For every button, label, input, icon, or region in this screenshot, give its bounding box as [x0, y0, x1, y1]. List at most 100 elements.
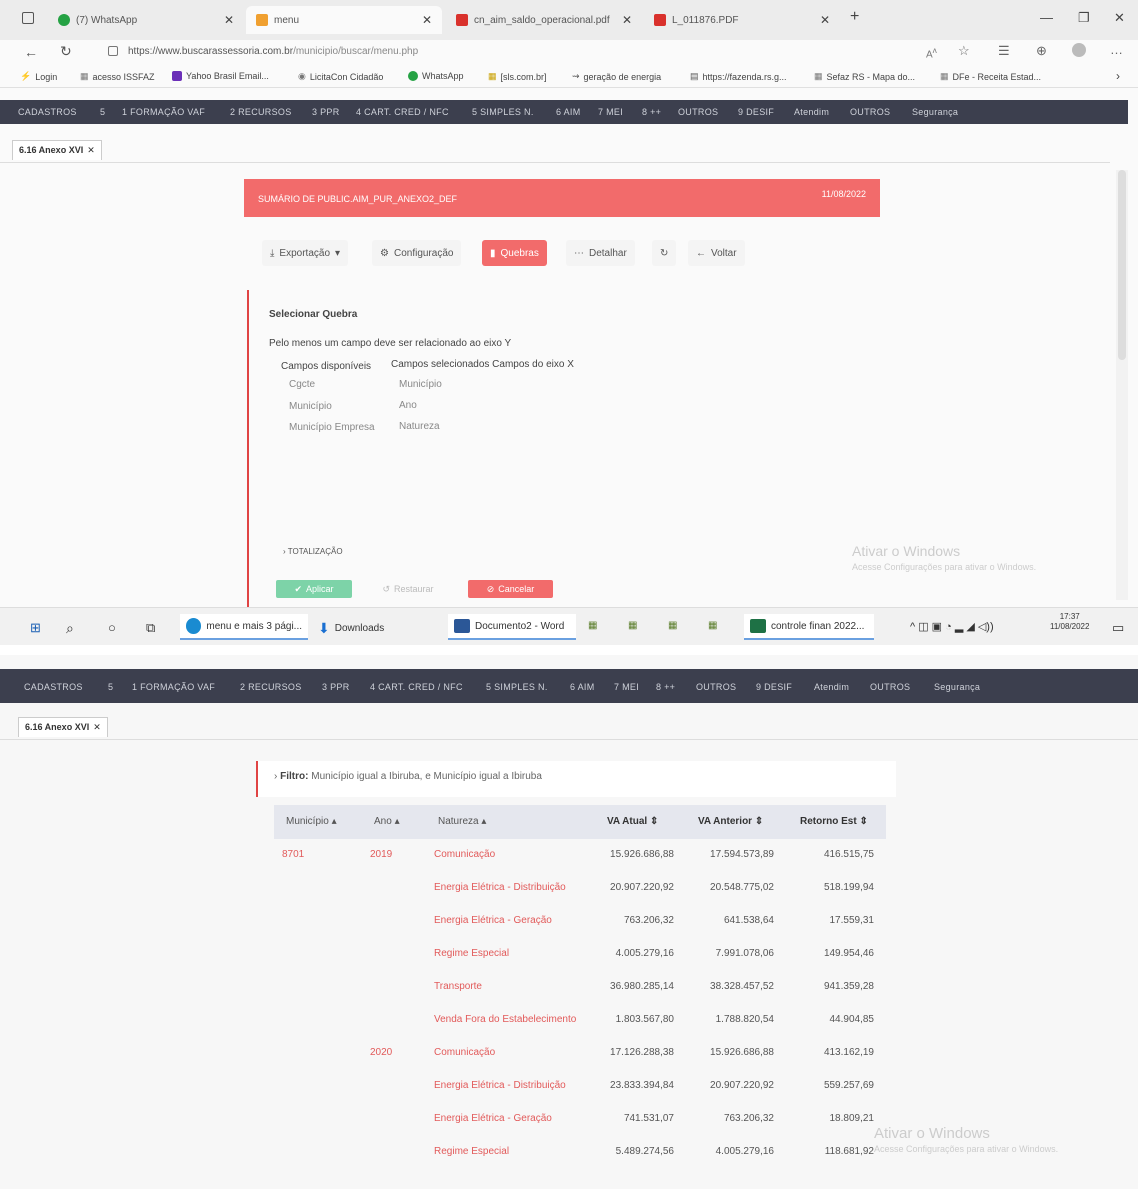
back-icon[interactable]: ←	[24, 44, 38, 60]
nav-item[interactable]: 2 RECURSOS	[230, 107, 292, 117]
close-icon[interactable]: ✕	[87, 145, 95, 155]
column-header[interactable]: Ano ▴	[374, 816, 400, 827]
nav-item[interactable]: 4 CART. CRED / NFC	[370, 682, 463, 692]
selected-field[interactable]: Ano	[399, 400, 417, 411]
column-header[interactable]: Retorno Est ⇕	[800, 816, 868, 827]
collections-icon[interactable]: ⊕	[1036, 43, 1047, 59]
totalization-toggle[interactable]: › TOTALIZAÇÃO	[283, 547, 343, 556]
browser-tab[interactable]: (7) WhatsApp ✕	[48, 6, 244, 34]
bookmark-item[interactable]: ⇝ geração de energia	[572, 71, 661, 82]
available-field[interactable]: Município	[289, 401, 332, 412]
table-row[interactable]: Regime Especial 5.489.274,56 4.005.279,16 1…	[274, 1136, 886, 1169]
close-icon[interactable]: ✕	[422, 13, 432, 27]
cell-municipio[interactable]: 8701	[282, 849, 342, 860]
bookmark-item[interactable]: ▤ https://fazenda.rs.g...	[690, 71, 787, 82]
close-icon[interactable]: ✕	[224, 13, 234, 27]
nav-item[interactable]: 7 MEI	[614, 682, 639, 692]
table-row[interactable]: Energia Elétrica - Geração 741.531,07 763.…	[274, 1103, 886, 1136]
nav-item[interactable]: 3 PPR	[312, 107, 340, 117]
table-row[interactable]: Regime Especial 4.005.279,16 7.991.078,06 1…	[274, 938, 886, 971]
column-header[interactable]: Município ▴	[286, 816, 337, 827]
export-button[interactable]: ⤓ Exportação ▾	[262, 240, 349, 266]
available-field[interactable]: Cgcte	[289, 379, 315, 390]
clock[interactable]: 17:37 11/08/2022	[1050, 612, 1089, 631]
bookmark-item[interactable]: ▦ DFe - Receita Estad...	[940, 71, 1041, 82]
nav-item[interactable]: 1 FORMAÇÃO VAF	[122, 107, 205, 117]
nav-item[interactable]: CADASTROS	[18, 107, 77, 117]
nav-item[interactable]: 3 PPR	[322, 682, 350, 692]
nav-item[interactable]: OUTROS	[696, 682, 736, 692]
taskbar-downloads[interactable]: ⬇ Downloads	[318, 620, 384, 637]
taskbar-excel[interactable]: controle finan 2022...	[744, 614, 874, 640]
chevron-right-icon[interactable]: ›	[1116, 69, 1120, 83]
selected-field[interactable]: Natureza	[399, 421, 440, 432]
column-header[interactable]: VA Anterior ⇕	[698, 816, 763, 827]
favorites-icon[interactable]: ☰	[998, 43, 1010, 59]
nav-item[interactable]: 5 SIMPLES N.	[472, 107, 534, 117]
app-icon[interactable]: ▦	[588, 620, 597, 631]
nav-item[interactable]: 1 FORMAÇÃO VAF	[132, 682, 215, 692]
close-icon[interactable]: ✕	[820, 13, 830, 27]
apply-button[interactable]: ✔ Aplicar	[276, 580, 352, 598]
page-info-icon[interactable]	[108, 46, 118, 56]
restore-icon[interactable]: ❐	[1078, 10, 1090, 26]
bookmark-item[interactable]: ▦ acesso ISSFAZ	[80, 71, 155, 82]
taskbar-word[interactable]: Documento2 - Word	[448, 614, 576, 640]
nav-item[interactable]: 5	[108, 682, 113, 692]
close-icon[interactable]: ✕	[622, 13, 632, 27]
nav-item[interactable]: 7 MEI	[598, 107, 623, 117]
breaks-button[interactable]: ▮ Quebras	[482, 240, 547, 266]
nav-item[interactable]: 5	[100, 107, 105, 117]
nav-item[interactable]: 8 ++	[642, 107, 661, 117]
nav-item[interactable]: CADASTROS	[24, 682, 83, 692]
tab-actions-icon[interactable]	[22, 12, 34, 24]
nav-item[interactable]: Atendim	[814, 682, 849, 692]
nav-item[interactable]: Atendim	[794, 107, 829, 117]
bookmark-item[interactable]: ◉ LicitaCon Cidadão	[298, 71, 383, 82]
nav-item[interactable]: 5 SIMPLES N.	[486, 682, 548, 692]
filter-bar[interactable]: › Filtro: Município igual a Ibiruba, e M…	[256, 761, 896, 797]
nav-item[interactable]: 6 AIM	[570, 682, 595, 692]
bookmark-item[interactable]: ⚡ Login	[20, 71, 57, 82]
bookmark-item[interactable]: ▦ Sefaz RS - Mapa do...	[814, 71, 915, 82]
column-header[interactable]: VA Atual ⇕	[607, 816, 658, 827]
nav-item[interactable]: Segurança	[912, 107, 958, 117]
nav-item[interactable]: OUTROS	[850, 107, 890, 117]
refresh-button[interactable]: ↻	[652, 240, 677, 266]
nav-item[interactable]: 6 AIM	[556, 107, 581, 117]
cell-ano[interactable]: 2019	[370, 849, 420, 860]
table-row[interactable]: Transporte 36.980.285,14 38.328.457,52 941.…	[274, 971, 886, 1004]
more-icon[interactable]: …	[1110, 42, 1123, 57]
bookmark-item[interactable]: ▦ [sls.com.br]	[488, 71, 547, 82]
refresh-icon[interactable]: ↻	[60, 43, 72, 60]
table-row[interactable]: Venda Fora do Estabelecimento 1.803.567,8…	[274, 1004, 886, 1037]
nav-item[interactable]: OUTROS	[870, 682, 910, 692]
close-window-icon[interactable]: ✕	[1114, 10, 1125, 26]
scrollbar-thumb[interactable]	[1118, 170, 1126, 360]
restore-button[interactable]: ↺ Restaurar	[370, 580, 446, 598]
cancel-button[interactable]: ⊘ Cancelar	[468, 580, 553, 598]
favorite-icon[interactable]: ☆	[958, 43, 970, 59]
browser-tab[interactable]: cn_aim_saldo_operacional.pdf ✕	[446, 6, 642, 34]
nav-item[interactable]: 4 CART. CRED / NFC	[356, 107, 449, 117]
scrollbar[interactable]	[1116, 170, 1128, 600]
app-icon[interactable]: ▦	[628, 620, 637, 631]
nav-item[interactable]: 8 ++	[656, 682, 675, 692]
page-tab[interactable]: 6.16 Anexo XVI ✕	[12, 140, 102, 160]
nav-item[interactable]: 9 DESIF	[738, 107, 774, 117]
read-aloud-icon[interactable]: Aʌ	[926, 45, 937, 60]
app-icon[interactable]: ▦	[668, 620, 677, 631]
close-icon[interactable]: ✕	[93, 722, 101, 732]
nav-item[interactable]: 2 RECURSOS	[240, 682, 302, 692]
detail-button[interactable]: ⋯ Detalhar	[566, 240, 635, 266]
page-tab[interactable]: 6.16 Anexo XVI ✕	[18, 717, 108, 737]
table-row[interactable]: 2020 Comunicação 17.126.288,38 15.926.686,8…	[274, 1037, 886, 1070]
nav-item[interactable]: 9 DESIF	[756, 682, 792, 692]
new-tab-icon[interactable]: +	[850, 8, 859, 26]
cell-ano[interactable]: 2020	[370, 1047, 420, 1058]
search-icon[interactable]: ⌕	[66, 620, 74, 637]
taskbar-edge[interactable]: menu e mais 3 pági...	[180, 614, 308, 640]
table-row[interactable]: Energia Elétrica - Distribuição 20.907.22…	[274, 872, 886, 905]
bookmark-item[interactable]: Yahoo Brasil Email...	[172, 71, 269, 81]
table-row[interactable]: 8701 2019 Comunicação 15.926.686,88 17.594.5…	[274, 839, 886, 872]
